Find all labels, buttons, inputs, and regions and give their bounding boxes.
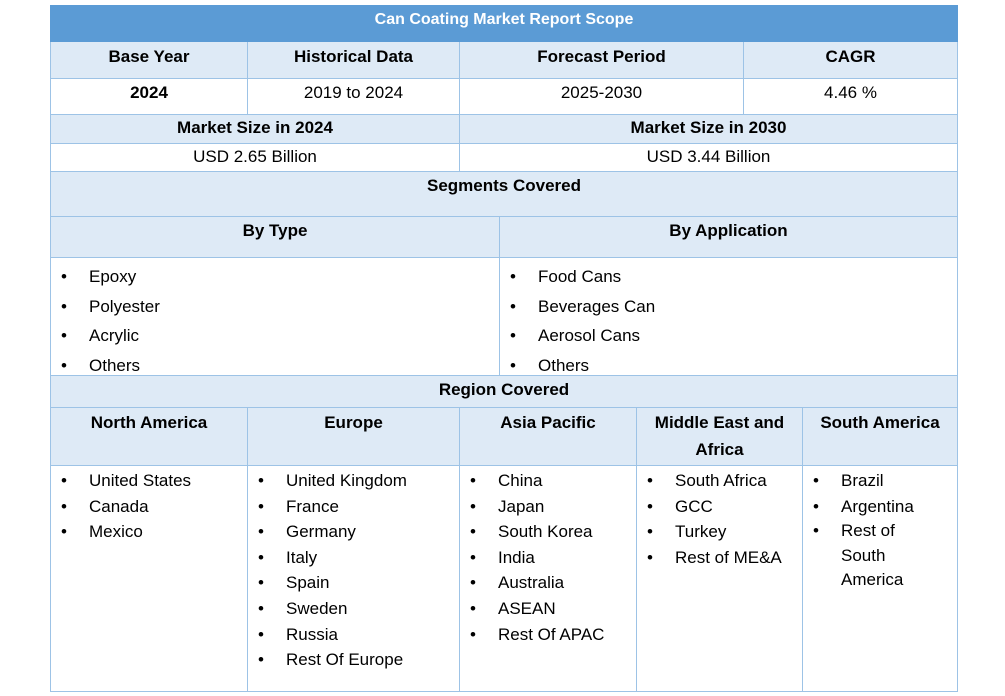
- market-size-2024-header: Market Size in 2024: [50, 115, 460, 144]
- list-item: Epoxy: [51, 262, 499, 292]
- by-type-header: By Type: [50, 217, 500, 258]
- base-year-header: Base Year: [50, 42, 248, 79]
- list-item: Russia: [248, 622, 459, 648]
- south-america-cell: Brazil Argentina Rest of South America: [803, 466, 958, 692]
- segments-covered-header: Segments Covered: [50, 172, 958, 217]
- list-item: Polyester: [51, 292, 499, 322]
- by-application-cell: Food Cans Beverages Can Aerosol Cans Oth…: [500, 258, 958, 380]
- table-title: Can Coating Market Report Scope: [50, 5, 958, 42]
- south-america-list: Brazil Argentina Rest of South America: [803, 468, 957, 593]
- list-item: Argentina: [803, 494, 957, 520]
- cagr-value: 4.46 %: [744, 79, 958, 115]
- list-item: Acrylic: [51, 321, 499, 351]
- list-item: China: [460, 468, 636, 494]
- list-item: Rest of South America: [803, 519, 957, 593]
- forecast-period-header: Forecast Period: [460, 42, 744, 79]
- list-item: Brazil: [803, 468, 957, 494]
- list-item: ASEAN: [460, 596, 636, 622]
- asia-pacific-header: Asia Pacific: [460, 408, 637, 466]
- row-region-lists: United States Canada Mexico United Kingd…: [50, 466, 958, 692]
- europe-list: United Kingdom France Germany Italy Spai…: [248, 468, 459, 673]
- middle-east-africa-cell: South Africa GCC Turkey Rest of ME&A: [637, 466, 803, 692]
- market-size-2030-value: USD 3.44 Billion: [460, 144, 958, 172]
- list-item: Aerosol Cans: [500, 321, 957, 351]
- north-america-cell: United States Canada Mexico: [50, 466, 248, 692]
- market-size-2030-header: Market Size in 2030: [460, 115, 958, 144]
- by-application-header: By Application: [500, 217, 958, 258]
- list-item: Sweden: [248, 596, 459, 622]
- base-year-value: 2024: [50, 79, 248, 115]
- list-item: Mexico: [51, 519, 247, 545]
- list-item: United States: [51, 468, 247, 494]
- asia-pacific-list: China Japan South Korea India Australia …: [460, 468, 636, 647]
- row-header-1: Base Year Historical Data Forecast Perio…: [50, 42, 958, 79]
- list-item: Japan: [460, 494, 636, 520]
- list-item: Australia: [460, 570, 636, 596]
- historical-data-header: Historical Data: [248, 42, 460, 79]
- row-region-headers: North America Europe Asia Pacific Middle…: [50, 408, 958, 466]
- row-segments-title: Segments Covered: [50, 172, 958, 217]
- row-market-values: USD 2.65 Billion USD 3.44 Billion: [50, 144, 958, 172]
- list-item: Germany: [248, 519, 459, 545]
- list-item: Canada: [51, 494, 247, 520]
- middle-east-africa-header: Middle East and Africa: [637, 408, 803, 466]
- cagr-header: CAGR: [744, 42, 958, 79]
- list-item: Spain: [248, 570, 459, 596]
- by-type-list: Epoxy Polyester Acrylic Others: [51, 262, 499, 380]
- report-scope-table: Can Coating Market Report Scope Base Yea…: [50, 5, 958, 692]
- list-item: India: [460, 545, 636, 571]
- north-america-header: North America: [50, 408, 248, 466]
- list-item: GCC: [637, 494, 802, 520]
- list-item: United Kingdom: [248, 468, 459, 494]
- list-item: Turkey: [637, 519, 802, 545]
- north-america-list: United States Canada Mexico: [51, 468, 247, 545]
- south-america-header: South America: [803, 408, 958, 466]
- row-values-1: 2024 2019 to 2024 2025-2030 4.46 %: [50, 79, 958, 115]
- historical-data-value: 2019 to 2024: [248, 79, 460, 115]
- by-type-cell: Epoxy Polyester Acrylic Others: [50, 258, 500, 380]
- list-item: Beverages Can: [500, 292, 957, 322]
- list-item: South Africa: [637, 468, 802, 494]
- by-application-list: Food Cans Beverages Can Aerosol Cans Oth…: [500, 262, 957, 380]
- forecast-period-value: 2025-2030: [460, 79, 744, 115]
- region-covered-header: Region Covered: [50, 376, 958, 408]
- list-item: South Korea: [460, 519, 636, 545]
- row-region-title: Region Covered: [50, 376, 958, 408]
- europe-header: Europe: [248, 408, 460, 466]
- asia-pacific-cell: China Japan South Korea India Australia …: [460, 466, 637, 692]
- middle-east-africa-list: South Africa GCC Turkey Rest of ME&A: [637, 468, 802, 570]
- europe-cell: United Kingdom France Germany Italy Spai…: [248, 466, 460, 692]
- list-item: Food Cans: [500, 262, 957, 292]
- list-item: Rest Of Europe: [248, 647, 459, 673]
- row-segment-headers: By Type By Application: [50, 217, 958, 258]
- list-item: Rest Of APAC: [460, 622, 636, 648]
- market-size-2024-value: USD 2.65 Billion: [50, 144, 460, 172]
- row-market-headers: Market Size in 2024 Market Size in 2030: [50, 115, 958, 144]
- list-item: Rest of ME&A: [637, 545, 802, 571]
- list-item: Italy: [248, 545, 459, 571]
- list-item: France: [248, 494, 459, 520]
- row-segment-lists: Epoxy Polyester Acrylic Others Food Cans…: [50, 258, 958, 380]
